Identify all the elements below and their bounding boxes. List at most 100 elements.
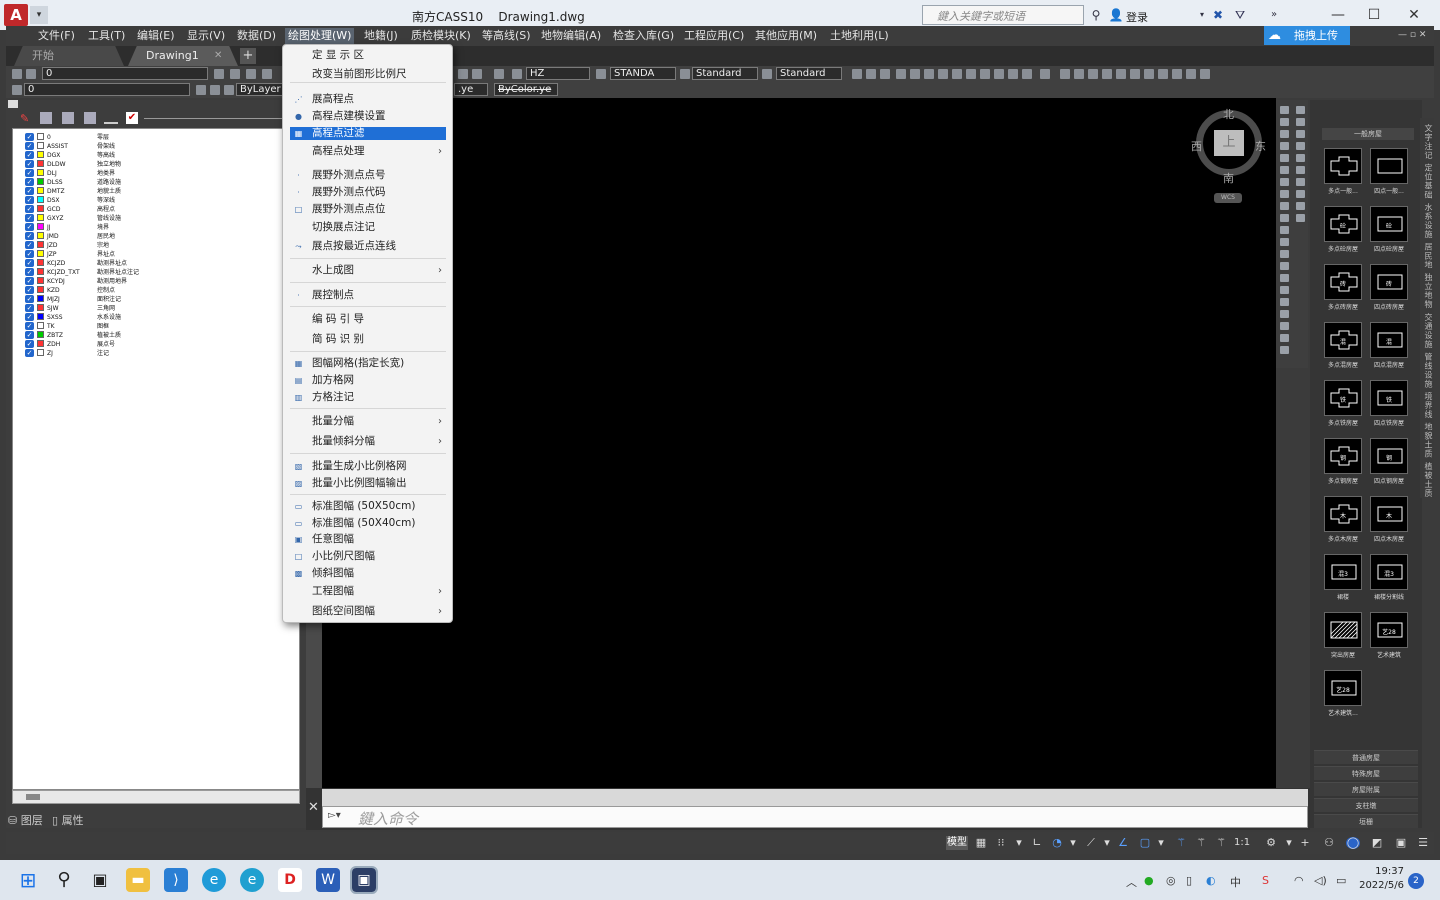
ortho-icon[interactable]: ∟ <box>1030 837 1044 849</box>
panel-grip-icon[interactable] <box>8 100 18 108</box>
layer-color-swatch[interactable] <box>37 250 44 257</box>
menu-item[interactable]: ▦ 高程点过滤 <box>290 127 446 140</box>
vertical-tool-icon[interactable] <box>1280 214 1289 222</box>
search-input[interactable]: 鍵入关鍵字或短语 <box>922 5 1084 25</box>
plotstyle-combo[interactable]: ByColor.ye <box>494 83 558 96</box>
menu-item[interactable]: □ 展野外测点点位 <box>290 203 446 216</box>
tool-palettes-icon[interactable] <box>1144 69 1154 79</box>
3d-dwf-icon[interactable] <box>938 69 948 79</box>
tray-app-icon[interactable]: ◎ <box>1166 874 1176 887</box>
palette-tool[interactable]: 木 <box>1324 496 1362 532</box>
clock-date[interactable]: 2022/5/6 <box>1356 880 1404 891</box>
paste-icon[interactable] <box>980 69 990 79</box>
text-icon[interactable] <box>494 69 504 79</box>
menu-quality[interactable]: 质检模块(K) <box>411 28 471 44</box>
menu-item[interactable]: ▨ 批量小比例图幅输出 <box>290 477 446 490</box>
palette-category[interactable]: 特殊房屋 <box>1314 766 1418 780</box>
palette-category[interactable]: 支柱墩 <box>1314 798 1418 812</box>
layer-color-swatch[interactable] <box>37 340 44 347</box>
menu-item[interactable]: ⋰ 展高程点 <box>290 93 446 106</box>
menu-item[interactable]: ▥ 方格注记 <box>290 391 446 404</box>
workspace-gear-icon[interactable]: ⚙ <box>1264 837 1278 849</box>
palette-tool[interactable]: 砖 <box>1370 264 1408 300</box>
menu-other[interactable]: 其他应用(M) <box>755 28 817 44</box>
layer-visible-checkbox[interactable]: ✓ <box>25 178 34 186</box>
markup-icon[interactable] <box>1172 69 1182 79</box>
vertical-tool-icon[interactable] <box>1296 154 1305 162</box>
edge-icon[interactable]: e <box>202 868 226 892</box>
layer-row[interactable]: ✓ ZDH 展点号 <box>13 340 293 349</box>
annotation-scale-icon[interactable]: ⚚ <box>1214 837 1228 849</box>
palette-tool[interactable]: 混3 <box>1324 554 1362 590</box>
volume-icon[interactable]: ◁) <box>1314 874 1327 887</box>
menu-item[interactable]: 工程图幅 › <box>290 585 446 598</box>
user-icon[interactable]: 👤 <box>1108 7 1124 23</box>
text-style-combo[interactable]: HZ <box>526 67 590 80</box>
palette-side-tabs[interactable]: 文字注记 定位基础 水系设施 居民地 独立地物 交通设施 管线设施 境界线 地貌… <box>1420 118 1434 498</box>
login-dropdown-icon[interactable]: ▾ <box>1194 7 1210 23</box>
vertical-tool-icon[interactable] <box>1280 118 1289 126</box>
properties-icon[interactable] <box>1116 69 1126 79</box>
layer-row[interactable]: ✓ DLSS 道路设施 <box>13 178 293 187</box>
menu-feature-edit[interactable]: 地物编辑(A) <box>541 28 601 44</box>
layer-row[interactable]: ✓ ZJ 注记 <box>13 349 293 358</box>
palette-tool[interactable]: 砖 <box>1324 264 1362 300</box>
layer-row[interactable]: ✓ KCJZD_TXT 勘测界址点注记 <box>13 268 293 277</box>
layer-visible-checkbox[interactable]: ✓ <box>25 286 34 294</box>
wps-icon[interactable]: S <box>1262 874 1269 887</box>
layer-color-swatch[interactable] <box>37 214 44 221</box>
doc-window-controls[interactable]: — ▫ ✕ <box>1398 30 1426 40</box>
edge-beta-icon[interactable]: e <box>240 868 264 892</box>
layer-color-swatch[interactable] <box>37 160 44 167</box>
palette-tool[interactable] <box>1324 148 1362 184</box>
layer-line-icon[interactable] <box>104 112 118 124</box>
table-style-icon[interactable] <box>680 69 690 79</box>
fullscreen-icon[interactable]: ▣ <box>1394 837 1408 849</box>
layer-visible-checkbox[interactable]: ✓ <box>25 331 34 339</box>
layer-row[interactable]: ✓ GCD 高程点 <box>13 205 293 214</box>
menu-display[interactable]: 显示(V) <box>187 28 225 44</box>
tool-icon-2[interactable] <box>866 69 876 79</box>
tool-icon-1[interactable] <box>852 69 862 79</box>
layer-row[interactable]: ✓ KZD 控制点 <box>13 286 293 295</box>
tool-icon-3[interactable] <box>880 69 890 79</box>
menu-item[interactable]: 定 显 示 区 <box>290 49 446 62</box>
palette-category[interactable]: 房屋附属 <box>1314 782 1418 796</box>
layer-color-swatch[interactable] <box>37 286 44 293</box>
layer-visible-checkbox[interactable]: ✓ <box>25 259 34 267</box>
match-prop-icon[interactable] <box>994 69 1004 79</box>
snap-dropdown-icon[interactable]: ▾ <box>1012 837 1026 849</box>
tray-overflow-icon[interactable]: ︿ <box>1126 874 1137 890</box>
layer-visible-checkbox[interactable]: ✓ <box>25 133 34 141</box>
layer-color-swatch[interactable] <box>37 322 44 329</box>
menu-item[interactable]: □ 小比例尺图幅 <box>290 550 446 563</box>
menu-item[interactable]: 水上成图 › <box>290 264 446 277</box>
layer-color-swatch[interactable] <box>37 169 44 176</box>
layer-row[interactable]: ✓ DMTZ 地貌土质 <box>13 187 293 196</box>
linetype-combo[interactable]: .ye <box>454 83 488 96</box>
palette-tool[interactable]: 钢 <box>1324 438 1362 474</box>
layer-row[interactable]: ✓ DLJ 地类界 <box>13 169 293 178</box>
layer-check-icon[interactable]: ✔ <box>126 112 138 124</box>
dim-style-icon[interactable] <box>596 69 606 79</box>
layer-color-swatch[interactable] <box>37 232 44 239</box>
vertical-tool-icon[interactable] <box>1280 130 1289 138</box>
tab-start[interactable]: 开始 <box>14 46 124 66</box>
zoom-previous-icon[interactable] <box>1102 69 1112 79</box>
help-icon[interactable] <box>1200 69 1210 79</box>
layer-color-swatch[interactable] <box>37 196 44 203</box>
menu-item[interactable]: ▤ 加方格网 <box>290 374 446 387</box>
layer-visible-checkbox[interactable]: ✓ <box>25 160 34 168</box>
layer-walk-icon[interactable] <box>196 85 206 95</box>
grid-icon[interactable]: ▦ <box>974 837 988 849</box>
layer-states-icon[interactable] <box>84 112 96 124</box>
command-prompt-icon[interactable]: ▻▾ <box>328 810 341 821</box>
layer-visible-checkbox[interactable]: ✓ <box>25 304 34 312</box>
layer-props-icon[interactable] <box>12 85 22 95</box>
menu-check-import[interactable]: 检查入库(G) <box>613 28 674 44</box>
vertical-tool-icon[interactable] <box>1296 214 1305 222</box>
vertical-tool-icon[interactable] <box>1280 166 1289 174</box>
layer-list-hscrollbar[interactable] <box>12 790 300 804</box>
draw-toolbar-icon[interactable] <box>458 69 468 79</box>
menu-file[interactable]: 文件(F) <box>38 28 75 44</box>
